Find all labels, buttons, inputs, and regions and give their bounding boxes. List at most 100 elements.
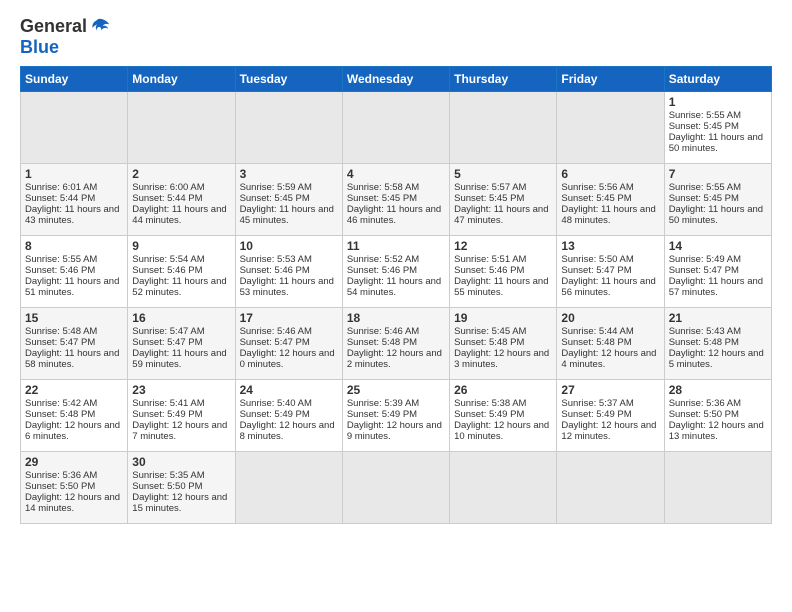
day-number: 13 — [561, 239, 659, 253]
sunset-text: Sunset: 5:47 PM — [132, 337, 202, 348]
col-header-friday: Friday — [557, 67, 664, 92]
daylight-text: Daylight: 11 hours and 43 minutes. — [25, 204, 119, 226]
sunrise-text: Sunrise: 5:55 AM — [669, 182, 741, 193]
sunset-text: Sunset: 5:45 PM — [561, 193, 631, 204]
calendar-cell: 30Sunrise: 5:35 AMSunset: 5:50 PMDayligh… — [128, 452, 235, 524]
sunset-text: Sunset: 5:49 PM — [240, 409, 310, 420]
calendar-cell: 29Sunrise: 5:36 AMSunset: 5:50 PMDayligh… — [21, 452, 128, 524]
calendar-cell: 25Sunrise: 5:39 AMSunset: 5:49 PMDayligh… — [342, 380, 449, 452]
day-number: 22 — [25, 383, 123, 397]
week-row-4: 22Sunrise: 5:42 AMSunset: 5:48 PMDayligh… — [21, 380, 772, 452]
week-row-2: 8Sunrise: 5:55 AMSunset: 5:46 PMDaylight… — [21, 236, 772, 308]
calendar-cell: 5Sunrise: 5:57 AMSunset: 5:45 PMDaylight… — [450, 164, 557, 236]
calendar-cell: 14Sunrise: 5:49 AMSunset: 5:47 PMDayligh… — [664, 236, 771, 308]
sunset-text: Sunset: 5:46 PM — [454, 265, 524, 276]
day-number: 10 — [240, 239, 338, 253]
header: General Blue — [20, 16, 772, 58]
sunset-text: Sunset: 5:45 PM — [669, 121, 739, 132]
sunrise-text: Sunrise: 5:37 AM — [561, 398, 633, 409]
sunset-text: Sunset: 5:46 PM — [132, 265, 202, 276]
sunset-text: Sunset: 5:48 PM — [561, 337, 631, 348]
calendar-cell — [235, 92, 342, 164]
calendar-cell: 1Sunrise: 5:55 AMSunset: 5:45 PMDaylight… — [664, 92, 771, 164]
daylight-text: Daylight: 11 hours and 56 minutes. — [561, 276, 655, 298]
daylight-text: Daylight: 11 hours and 52 minutes. — [132, 276, 226, 298]
daylight-text: Daylight: 12 hours and 4 minutes. — [561, 348, 656, 370]
day-number: 12 — [454, 239, 552, 253]
sunrise-text: Sunrise: 5:36 AM — [25, 470, 97, 481]
col-header-saturday: Saturday — [664, 67, 771, 92]
col-header-tuesday: Tuesday — [235, 67, 342, 92]
sunrise-text: Sunrise: 5:45 AM — [454, 326, 526, 337]
sunrise-text: Sunrise: 5:41 AM — [132, 398, 204, 409]
day-number: 9 — [132, 239, 230, 253]
sunrise-text: Sunrise: 5:44 AM — [561, 326, 633, 337]
daylight-text: Daylight: 12 hours and 9 minutes. — [347, 420, 442, 442]
week-row-5: 29Sunrise: 5:36 AMSunset: 5:50 PMDayligh… — [21, 452, 772, 524]
calendar-cell — [128, 92, 235, 164]
day-number: 8 — [25, 239, 123, 253]
calendar-cell: 28Sunrise: 5:36 AMSunset: 5:50 PMDayligh… — [664, 380, 771, 452]
week-row-0: 1Sunrise: 5:55 AMSunset: 5:45 PMDaylight… — [21, 92, 772, 164]
sunrise-text: Sunrise: 6:00 AM — [132, 182, 204, 193]
sunset-text: Sunset: 5:45 PM — [669, 193, 739, 204]
calendar-cell: 17Sunrise: 5:46 AMSunset: 5:47 PMDayligh… — [235, 308, 342, 380]
calendar-cell: 18Sunrise: 5:46 AMSunset: 5:48 PMDayligh… — [342, 308, 449, 380]
calendar-cell — [450, 92, 557, 164]
daylight-text: Daylight: 12 hours and 10 minutes. — [454, 420, 549, 442]
calendar-cell: 7Sunrise: 5:55 AMSunset: 5:45 PMDaylight… — [664, 164, 771, 236]
calendar-cell — [557, 92, 664, 164]
week-row-1: 1Sunrise: 6:01 AMSunset: 5:44 PMDaylight… — [21, 164, 772, 236]
col-header-monday: Monday — [128, 67, 235, 92]
sunset-text: Sunset: 5:47 PM — [240, 337, 310, 348]
calendar-cell: 10Sunrise: 5:53 AMSunset: 5:46 PMDayligh… — [235, 236, 342, 308]
daylight-text: Daylight: 12 hours and 3 minutes. — [454, 348, 549, 370]
logo: General Blue — [20, 16, 111, 58]
day-number: 21 — [669, 311, 767, 325]
sunrise-text: Sunrise: 5:48 AM — [25, 326, 97, 337]
sunrise-text: Sunrise: 5:52 AM — [347, 254, 419, 265]
calendar-cell — [557, 452, 664, 524]
day-number: 20 — [561, 311, 659, 325]
calendar-cell: 4Sunrise: 5:58 AMSunset: 5:45 PMDaylight… — [342, 164, 449, 236]
calendar-cell: 24Sunrise: 5:40 AMSunset: 5:49 PMDayligh… — [235, 380, 342, 452]
calendar-cell — [664, 452, 771, 524]
sunrise-text: Sunrise: 5:55 AM — [25, 254, 97, 265]
sunset-text: Sunset: 5:49 PM — [561, 409, 631, 420]
calendar-cell: 23Sunrise: 5:41 AMSunset: 5:49 PMDayligh… — [128, 380, 235, 452]
sunrise-text: Sunrise: 5:55 AM — [669, 110, 741, 121]
logo-bird-icon — [89, 16, 111, 38]
daylight-text: Daylight: 11 hours and 59 minutes. — [132, 348, 226, 370]
daylight-text: Daylight: 11 hours and 50 minutes. — [669, 132, 763, 154]
day-number: 23 — [132, 383, 230, 397]
calendar-cell: 26Sunrise: 5:38 AMSunset: 5:49 PMDayligh… — [450, 380, 557, 452]
sunrise-text: Sunrise: 5:54 AM — [132, 254, 204, 265]
daylight-text: Daylight: 11 hours and 58 minutes. — [25, 348, 119, 370]
day-number: 27 — [561, 383, 659, 397]
daylight-text: Daylight: 12 hours and 7 minutes. — [132, 420, 227, 442]
daylight-text: Daylight: 12 hours and 6 minutes. — [25, 420, 120, 442]
daylight-text: Daylight: 12 hours and 2 minutes. — [347, 348, 442, 370]
day-number: 7 — [669, 167, 767, 181]
sunrise-text: Sunrise: 5:43 AM — [669, 326, 741, 337]
calendar-cell — [342, 452, 449, 524]
sunset-text: Sunset: 5:47 PM — [25, 337, 95, 348]
sunset-text: Sunset: 5:50 PM — [25, 481, 95, 492]
daylight-text: Daylight: 12 hours and 8 minutes. — [240, 420, 335, 442]
day-number: 30 — [132, 455, 230, 469]
day-number: 2 — [132, 167, 230, 181]
sunrise-text: Sunrise: 5:47 AM — [132, 326, 204, 337]
sunrise-text: Sunrise: 5:53 AM — [240, 254, 312, 265]
day-number: 14 — [669, 239, 767, 253]
sunset-text: Sunset: 5:45 PM — [347, 193, 417, 204]
sunrise-text: Sunrise: 5:49 AM — [669, 254, 741, 265]
day-number: 15 — [25, 311, 123, 325]
day-number: 6 — [561, 167, 659, 181]
calendar-cell: 15Sunrise: 5:48 AMSunset: 5:47 PMDayligh… — [21, 308, 128, 380]
calendar-cell: 11Sunrise: 5:52 AMSunset: 5:46 PMDayligh… — [342, 236, 449, 308]
calendar-cell: 20Sunrise: 5:44 AMSunset: 5:48 PMDayligh… — [557, 308, 664, 380]
sunrise-text: Sunrise: 5:35 AM — [132, 470, 204, 481]
sunset-text: Sunset: 5:47 PM — [669, 265, 739, 276]
sunrise-text: Sunrise: 5:51 AM — [454, 254, 526, 265]
day-number: 3 — [240, 167, 338, 181]
